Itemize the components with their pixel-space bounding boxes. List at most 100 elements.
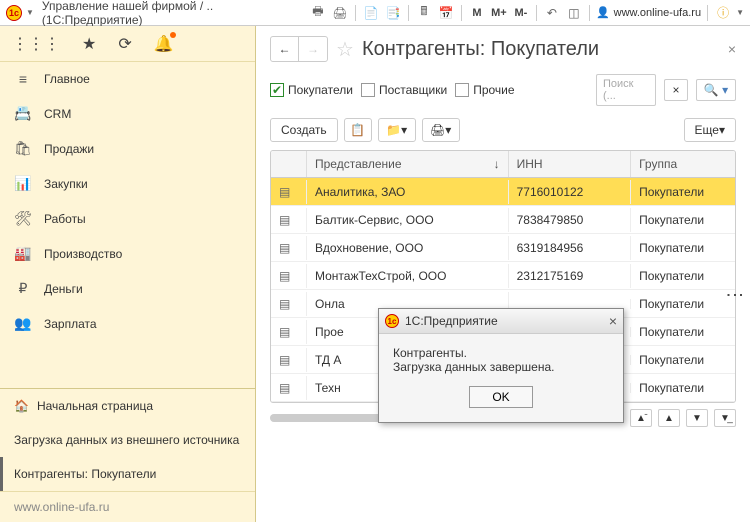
find-button[interactable]: 🔍 ▾ <box>696 79 736 101</box>
open-page-contragents[interactable]: Контрагенты: Покупатели <box>0 457 255 491</box>
title-bar: 1c ▼ Управление нашей фирмой / .. (1С:Пр… <box>0 0 750 26</box>
user-icon: 👤 <box>596 6 610 19</box>
col-name[interactable]: Представление↓ <box>307 151 509 177</box>
nav-buttons: ← → <box>270 36 328 62</box>
scroll-bottom-button[interactable]: ▼̲ <box>714 409 736 427</box>
table-header: Представление↓ ИНН Группа <box>271 151 735 178</box>
menu-item-CRM[interactable]: 📇CRM <box>0 96 255 131</box>
message-dialog: 1c 1С:Предприятие × Контрагенты. Загрузк… <box>378 308 624 423</box>
menu-icon: 🏭 <box>14 245 32 262</box>
more-button[interactable]: Еще ▾ <box>684 118 736 142</box>
app-menu-dropdown[interactable]: ▼ <box>26 8 34 17</box>
table-row[interactable]: ▤Вдохновение, ООО6319184956Покупатели <box>271 234 735 262</box>
open-page-label: Начальная страница <box>37 399 153 413</box>
compare-icon[interactable]: 📑 <box>384 4 402 22</box>
scroll-up-button[interactable]: ▲ <box>658 409 680 427</box>
back-icon[interactable]: ↶ <box>543 4 561 22</box>
copy-button[interactable]: 📋 <box>344 118 372 142</box>
folder-button[interactable]: 📁▾ <box>378 118 416 142</box>
memory-m[interactable]: M <box>468 4 486 22</box>
filter-other[interactable]: Прочие <box>455 83 514 97</box>
create-button[interactable]: Создать <box>270 118 338 142</box>
logo-1c-icon: 1c <box>6 5 22 21</box>
side-handle-icon[interactable]: ⋮ <box>724 286 746 302</box>
menu-label: Деньги <box>44 282 83 296</box>
print-preview-icon[interactable]: 🖶 <box>309 4 327 22</box>
menu-icon: 📊 <box>14 175 32 192</box>
clear-search-button[interactable]: × <box>664 79 688 101</box>
content-area: ← → ☆ Контрагенты: Покупатели × ✔Покупат… <box>256 26 750 522</box>
table-row[interactable]: ▤Аналитика, ЗАО7716010122Покупатели <box>271 178 735 206</box>
dialog-close-button[interactable]: × <box>609 313 617 329</box>
menu-label: Главное <box>44 72 90 86</box>
menu-item-Продажи[interactable]: 🛍Продажи <box>0 131 255 166</box>
notifications-bell-icon[interactable]: 🔔 <box>154 34 174 54</box>
item-icon: ▤ <box>279 297 290 311</box>
item-icon: ▤ <box>279 353 290 367</box>
dialog-ok-button[interactable]: OK <box>469 386 532 408</box>
menu-item-Закупки[interactable]: 📊Закупки <box>0 166 255 201</box>
item-icon: ▤ <box>279 381 290 395</box>
main-menu: ≡Главное📇CRM🛍Продажи📊Закупки🛠Работы 🏭 Прои… <box>0 62 255 341</box>
menu-item-Производство[interactable]: 🏭 Производство <box>0 236 255 271</box>
user-area[interactable]: 👤 www.online-ufa.ru <box>596 6 701 19</box>
menu-item-Главное[interactable]: ≡Главное <box>0 62 255 96</box>
item-icon: ▤ <box>279 325 290 339</box>
item-icon: ▤ <box>279 241 290 255</box>
menu-item-Работы[interactable]: 🛠Работы <box>0 201 255 236</box>
open-page-load[interactable]: Загрузка данных из внешнего источника <box>0 423 255 457</box>
dialog-text-line2: Загрузка данных завершена. <box>393 360 609 374</box>
menu-item-Зарплата[interactable]: 👥Зарплата <box>0 306 255 341</box>
menu-item-Деньги[interactable]: ₽Деньги <box>0 271 255 306</box>
calendar-icon[interactable]: 📅 <box>437 4 455 22</box>
item-icon: ▤ <box>279 269 290 283</box>
print-icon[interactable]: 🖨 <box>331 4 349 22</box>
save-icon[interactable]: 📄 <box>362 4 380 22</box>
cell-group: Покупатели <box>631 208 735 232</box>
cell-group: Покупатели <box>631 376 735 400</box>
info-icon[interactable]: ⓘ <box>714 4 732 22</box>
user-link: www.online-ufa.ru <box>614 7 701 19</box>
info-dropdown[interactable]: ▼ <box>736 8 744 17</box>
apps-grid-icon[interactable]: ⋮⋮⋮ <box>12 34 60 54</box>
site-link[interactable]: www.online-ufa.ru <box>0 491 255 522</box>
memory-m-plus[interactable]: M+ <box>490 4 508 22</box>
cell-inn: 6319184956 <box>509 236 631 260</box>
open-page-label: Контрагенты: Покупатели <box>14 467 156 481</box>
open-page-home[interactable]: 🏠 Начальная страница <box>0 389 255 423</box>
filter-buyers[interactable]: ✔Покупатели <box>270 83 353 97</box>
cell-group: Покупатели <box>631 264 735 288</box>
search-input[interactable]: Поиск (... <box>596 74 656 106</box>
col-group[interactable]: Группа <box>631 151 735 177</box>
scroll-down-button[interactable]: ▼ <box>686 409 708 427</box>
table-row[interactable]: ▤МонтажТехСтрой, ООО2312175169Покупатели <box>271 262 735 290</box>
dialog-logo-icon: 1c <box>385 314 399 328</box>
menu-label: CRM <box>44 107 71 121</box>
scroll-top-button[interactable]: ▲̄ <box>630 409 652 427</box>
close-page-button[interactable]: × <box>728 41 736 57</box>
panel-icon[interactable]: ◫ <box>565 4 583 22</box>
col-inn[interactable]: ИНН <box>509 151 631 177</box>
cell-name: Аналитика, ЗАО <box>307 180 509 204</box>
sidebar: ⋮⋮⋮ ★ ⟳ 🔔 ≡Главное📇CRM🛍Продажи📊Закупки🛠Р… <box>0 26 256 522</box>
table-row[interactable]: ▤Балтик-Сервис, ООО7838479850Покупатели <box>271 206 735 234</box>
item-icon: ▤ <box>279 213 290 227</box>
history-icon[interactable]: ⟳ <box>118 34 131 54</box>
nav-forward-button[interactable]: → <box>299 37 327 61</box>
menu-label: Производство <box>44 247 122 261</box>
favorite-star-icon[interactable]: ★ <box>82 34 96 54</box>
favorite-toggle-icon[interactable]: ☆ <box>336 37 354 62</box>
nav-back-button[interactable]: ← <box>271 37 299 61</box>
cell-inn: 7716010122 <box>509 180 631 204</box>
cell-name: МонтажТехСтрой, ООО <box>307 264 509 288</box>
menu-label: Продажи <box>44 142 94 156</box>
window-title: Управление нашей фирмой / .. (1С:Предпри… <box>38 0 305 27</box>
print-dropdown-button[interactable]: 🖨▾ <box>422 118 460 142</box>
filter-suppliers[interactable]: Поставщики <box>361 83 447 97</box>
calculator-icon[interactable]: 🖩 <box>415 4 433 22</box>
open-page-label: Загрузка данных из внешнего источника <box>14 433 239 447</box>
cell-name: Балтик-Сервис, ООО <box>307 208 509 232</box>
memory-m-minus[interactable]: M- <box>512 4 530 22</box>
item-icon: ▤ <box>279 185 290 199</box>
cell-group: Покупатели <box>631 292 735 316</box>
